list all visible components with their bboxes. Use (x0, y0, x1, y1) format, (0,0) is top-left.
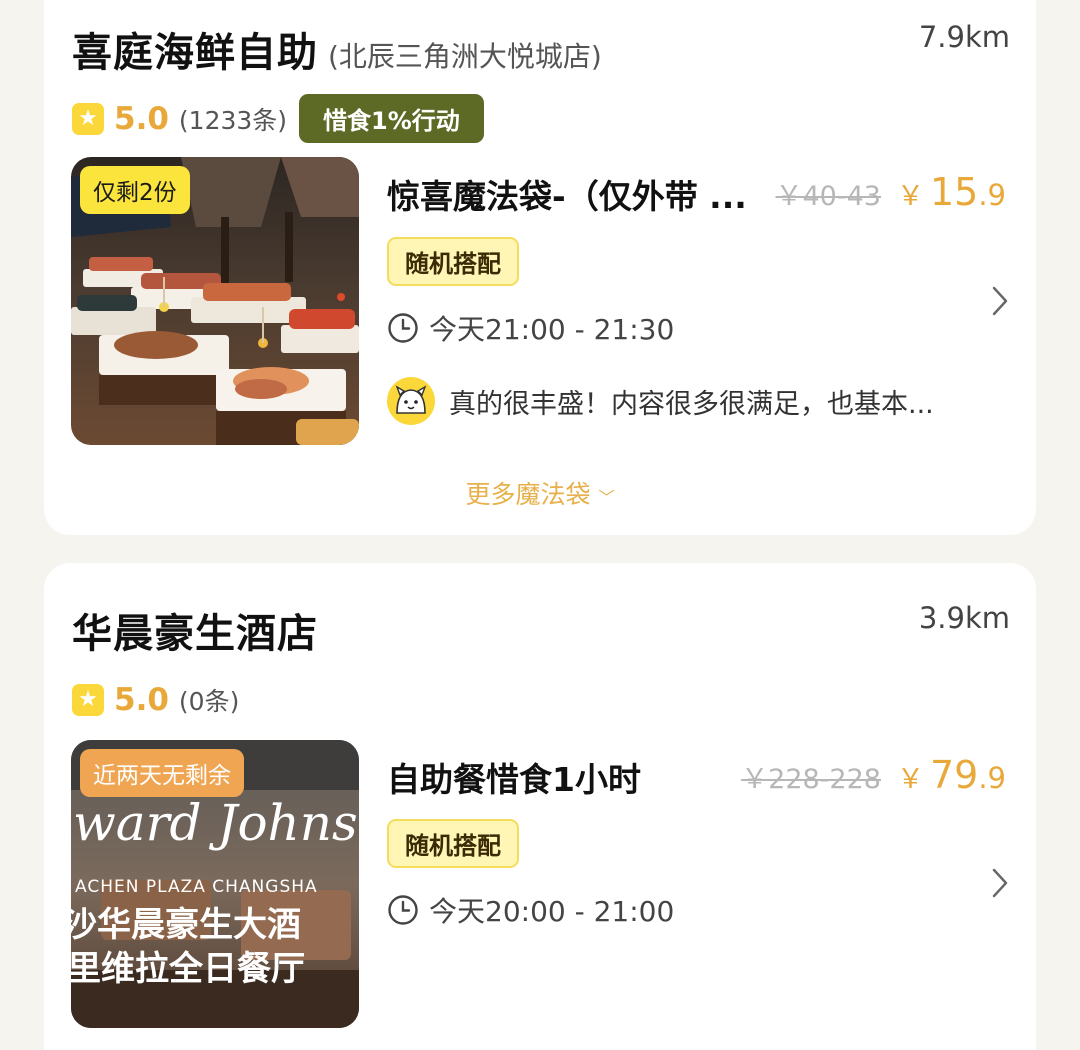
store-list: 喜庭海鲜自助 (北辰三角洲大悦城店) 7.9km ★ 5.0 (1233条) 惜… (0, 0, 1080, 1050)
product-image[interactable]: ward Johnso ACHEN PLAZA CHANGSHA 沙华晨豪生大酒… (71, 740, 359, 1028)
review-count: (1233条) (178, 105, 288, 135)
product-name[interactable]: 惊喜魔法袋-（仅外带 ... (387, 170, 747, 218)
chevron-down-icon: ﹀ (598, 488, 615, 507)
store-name: 喜庭海鲜自助 (72, 30, 318, 76)
price-integer: 15 (929, 170, 979, 214)
clock-icon (388, 895, 418, 925)
review-row: 真的很丰盛！内容很多很满足，也基本... (387, 377, 934, 425)
original-price: ￥40-43 (775, 181, 881, 212)
star-icon: ★ (72, 102, 104, 135)
image-text-line4: 里维拉全日餐厅 (71, 949, 305, 989)
store-header: 华晨豪生酒店 3.9km (72, 601, 1010, 659)
store-header: 喜庭海鲜自助 (北辰三角洲大悦城店) 7.9km (72, 20, 1010, 78)
store-card[interactable]: 华晨豪生酒店 3.9km ★ 5.0 (0条) ward Johnso ACHE… (44, 563, 1036, 1050)
pickup-time: 今天21:00 - 21:30 (429, 313, 675, 346)
pickup-time: 今天20:00 - 21:00 (429, 895, 675, 928)
rating-score: 5.0 (114, 100, 169, 137)
mix-tag: 随机搭配 (387, 819, 519, 868)
rating-row: ★ 5.0 (0条) (72, 682, 239, 718)
review-count: (0条) (178, 687, 240, 716)
stock-badge: 近两天无剩余 (80, 749, 244, 797)
pickup-time-row: 今天21:00 - 21:30 (387, 308, 674, 348)
product-name[interactable]: 自助餐惜食1小时 (387, 753, 641, 801)
store-distance: 7.9km (918, 20, 1010, 54)
product-image[interactable]: 仅剩2份 (71, 157, 359, 445)
store-branch: (北辰三角洲大悦城店) (328, 40, 602, 73)
store-distance: 3.9km (918, 601, 1010, 635)
store-card[interactable]: 喜庭海鲜自助 (北辰三角洲大悦城店) 7.9km ★ 5.0 (1233条) 惜… (44, 0, 1036, 535)
price-integer: 79 (929, 753, 979, 797)
store-name: 华晨豪生酒店 (72, 611, 318, 657)
price-symbol: ￥ (896, 764, 924, 795)
star-icon: ★ (72, 684, 104, 716)
mix-tag: 随机搭配 (387, 237, 519, 286)
price-block: ￥228-228 ￥ 79 .9 (741, 753, 1006, 797)
price-symbol: ￥ (896, 181, 924, 212)
more-bags-link[interactable]: 更多魔法袋 ﹀ (44, 475, 1036, 511)
price-decimal: .9 (978, 761, 1006, 795)
price-decimal: .9 (978, 178, 1006, 212)
image-text-line2: ACHEN PLAZA CHANGSHA (75, 877, 318, 897)
more-bags-label: 更多魔法袋 (465, 480, 591, 509)
chevron-right-icon[interactable] (990, 866, 1010, 900)
pickup-time-row: 今天20:00 - 21:00 (387, 890, 674, 930)
stock-badge: 仅剩2份 (80, 166, 190, 214)
clock-icon (388, 313, 418, 343)
chevron-right-icon[interactable] (990, 284, 1010, 318)
reviewer-avatar (387, 377, 435, 425)
image-text-line1: ward Johnso (73, 794, 359, 852)
rating-row: ★ 5.0 (1233条) 惜食1%行动 (72, 94, 484, 143)
rating-score: 5.0 (114, 682, 169, 718)
price-block: ￥40-43 ￥ 15 .9 (776, 170, 1007, 214)
original-price: ￥228-228 (741, 764, 881, 795)
image-text-line3: 沙华晨豪生大酒 (71, 905, 301, 945)
campaign-tag: 惜食1%行动 (299, 94, 484, 143)
review-snippet: 真的很丰盛！内容很多很满足，也基本... (449, 388, 934, 420)
